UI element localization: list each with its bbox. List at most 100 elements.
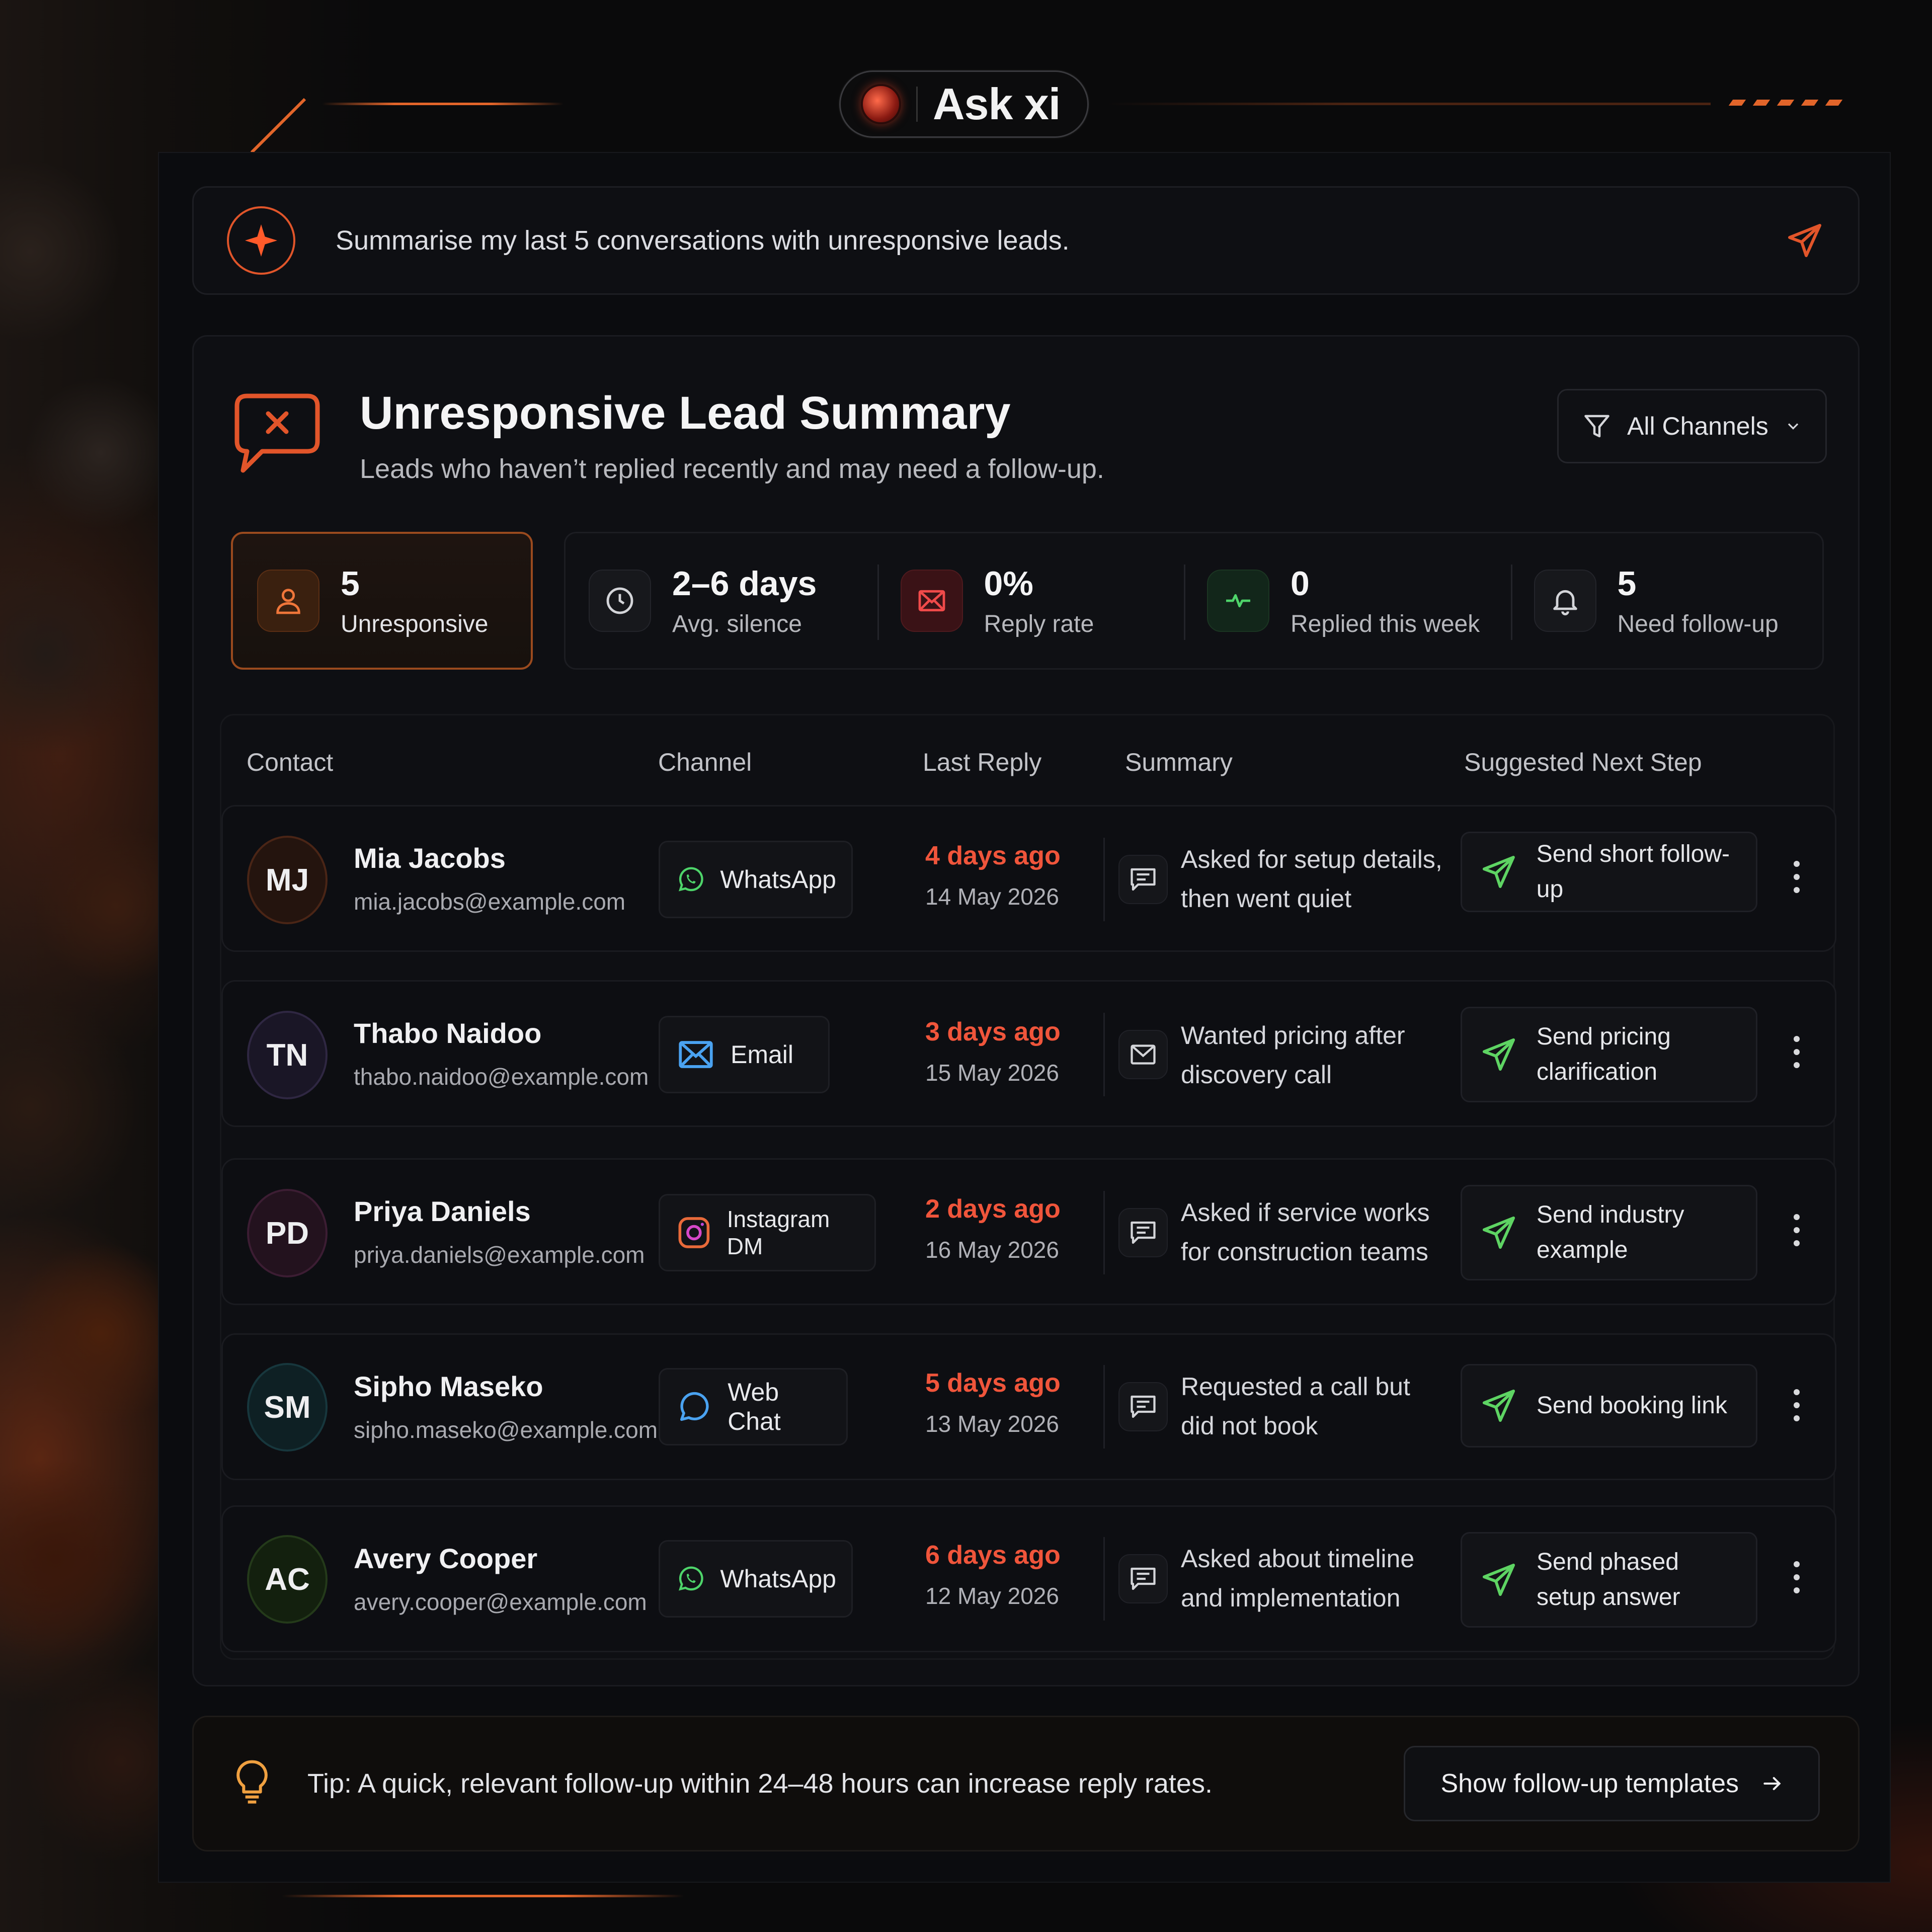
- last-reply-ago: 6 days ago: [925, 1541, 1061, 1570]
- more-options-icon[interactable]: [1792, 861, 1802, 893]
- next-step-button[interactable]: Send phased setup answer: [1461, 1532, 1757, 1628]
- more-options-icon[interactable]: [1792, 1389, 1802, 1421]
- avatar: MJ: [247, 836, 328, 924]
- stat-unresponsive[interactable]: 5 Unresponsive: [231, 532, 533, 670]
- stat-value: 0%: [984, 564, 1033, 603]
- mail-icon: [1118, 1030, 1168, 1079]
- channel-badge: WhatsApp: [659, 841, 853, 918]
- last-reply-ago: 3 days ago: [925, 1017, 1061, 1046]
- channel-filter-label: All Channels: [1627, 412, 1768, 440]
- table-row[interactable]: PD Priya Daniels priya.daniels@example.c…: [221, 1158, 1836, 1305]
- stats-group: 2–6 days Avg. silence 0% Reply rate 0 Re…: [564, 532, 1824, 670]
- message-icon: [1118, 1554, 1168, 1603]
- more-options-icon[interactable]: [1792, 1561, 1802, 1593]
- stat-label: Unresponsive: [341, 610, 489, 637]
- app-title: Ask xi: [933, 79, 1061, 129]
- channel-badge: Email: [659, 1016, 830, 1093]
- row-divider: [1103, 1537, 1105, 1621]
- last-reply-ago: 2 days ago: [925, 1194, 1061, 1224]
- next-step-label: Send short follow-up: [1536, 841, 1730, 903]
- contact-email: sipho.maseko@example.com: [354, 1417, 658, 1443]
- summary-text: Asked for setup details, then went quiet: [1181, 845, 1442, 913]
- channel-badge: Instagram DM: [659, 1194, 876, 1271]
- leads-table: Contact Channel Last Reply Summary Sugge…: [220, 714, 1836, 1660]
- channel-label: Email: [731, 1040, 794, 1069]
- next-step-button[interactable]: Send industry example: [1461, 1185, 1757, 1280]
- summary-text: Asked if service works for construction …: [1181, 1198, 1430, 1266]
- last-reply-ago: 4 days ago: [925, 841, 1061, 870]
- send-icon: [1482, 1389, 1515, 1422]
- next-step-button[interactable]: Send booking link: [1461, 1364, 1757, 1447]
- last-reply-ago: 5 days ago: [925, 1369, 1061, 1398]
- more-options-icon[interactable]: [1792, 1214, 1802, 1246]
- last-reply-date: 15 May 2026: [925, 1060, 1059, 1086]
- row-divider: [1103, 1013, 1105, 1096]
- filter-icon: [1584, 415, 1609, 438]
- chat-bubble-icon: [680, 1392, 709, 1421]
- stat-reply-rate: 0% Reply rate: [877, 533, 1184, 668]
- stat-label: Replied this week: [1291, 610, 1480, 637]
- contact-name: Sipho Maseko: [354, 1371, 543, 1402]
- next-step-button[interactable]: Send pricing clarification: [1461, 1007, 1757, 1102]
- channel-filter-dropdown[interactable]: All Channels: [1557, 389, 1827, 463]
- chevron-down-icon: [1788, 423, 1799, 430]
- user-icon: [257, 570, 319, 632]
- show-templates-label: Show follow-up templates: [1440, 1769, 1739, 1798]
- message-icon: [1118, 1208, 1168, 1257]
- row-divider: [1103, 838, 1105, 921]
- last-reply-date: 12 May 2026: [925, 1583, 1059, 1609]
- avatar: SM: [247, 1363, 328, 1452]
- channel-label: Instagram DM: [727, 1206, 830, 1259]
- col-channel: Channel: [658, 748, 752, 776]
- send-icon[interactable]: [1785, 220, 1825, 261]
- contact-email: priya.daniels@example.com: [354, 1242, 645, 1268]
- next-step-button[interactable]: Send short follow-up: [1461, 832, 1757, 912]
- send-icon: [1482, 1563, 1515, 1596]
- contact-name: Avery Cooper: [354, 1543, 538, 1574]
- col-last-reply: Last Reply: [923, 748, 1042, 776]
- table-row[interactable]: MJ Mia Jacobs mia.jacobs@example.com Wha…: [221, 805, 1836, 952]
- prompt-bar[interactable]: Summarise my last 5 conversations with u…: [192, 186, 1860, 295]
- message-icon: [1118, 1382, 1168, 1431]
- mail-icon: [679, 1041, 713, 1068]
- stat-avg-silence: 2–6 days Avg. silence: [566, 533, 877, 668]
- stat-label: Avg. silence: [672, 610, 802, 637]
- app-title-pill: Ask xi: [839, 70, 1089, 138]
- table-row[interactable]: AC Avery Cooper avery.cooper@example.com…: [221, 1505, 1836, 1652]
- stat-label: Need follow-up: [1617, 610, 1779, 637]
- channel-label: WhatsApp: [720, 865, 836, 894]
- activity-icon: [1207, 570, 1270, 632]
- title-divider: [916, 87, 918, 122]
- mail-x-icon: [900, 570, 963, 632]
- stat-value: 0: [1291, 564, 1310, 603]
- whatsapp-icon: [678, 1566, 703, 1591]
- send-icon: [1482, 1216, 1515, 1249]
- channel-label: WhatsApp: [720, 1565, 836, 1593]
- stat-replied-this-week: 0 Replied this week: [1184, 533, 1510, 668]
- send-icon: [1482, 856, 1515, 888]
- decor-line-left: [322, 103, 564, 105]
- bell-icon: [1534, 570, 1596, 632]
- lead-summary-card: Unresponsive Lead Summary Leads who have…: [192, 335, 1860, 1686]
- contact-name: Priya Daniels: [354, 1195, 531, 1227]
- arrow-right-icon: [1763, 1777, 1781, 1791]
- send-icon: [1482, 1038, 1515, 1071]
- tip-bar: Tip: A quick, relevant follow-up within …: [192, 1716, 1860, 1852]
- more-options-icon[interactable]: [1792, 1036, 1802, 1068]
- row-divider: [1103, 1191, 1105, 1274]
- prompt-text[interactable]: Summarise my last 5 conversations with u…: [336, 225, 1785, 256]
- table-row[interactable]: TN Thabo Naidoo thabo.naidoo@example.com…: [221, 980, 1836, 1127]
- message-x-icon: [232, 391, 323, 476]
- col-summary: Summary: [1125, 748, 1233, 776]
- last-reply-date: 16 May 2026: [925, 1237, 1059, 1263]
- channel-label: Web Chat: [728, 1378, 781, 1435]
- decor-line-bottom: [282, 1895, 684, 1897]
- rock-background: [0, 0, 166, 1932]
- show-templates-button[interactable]: Show follow-up templates: [1404, 1746, 1820, 1821]
- col-next-step: Suggested Next Step: [1464, 748, 1702, 776]
- row-divider: [1103, 1365, 1105, 1448]
- avatar: TN: [247, 1011, 328, 1099]
- sparkle-icon: [227, 206, 295, 275]
- table-row[interactable]: SM Sipho Maseko sipho.maseko@example.com…: [221, 1333, 1836, 1480]
- stat-value: 5: [341, 564, 360, 603]
